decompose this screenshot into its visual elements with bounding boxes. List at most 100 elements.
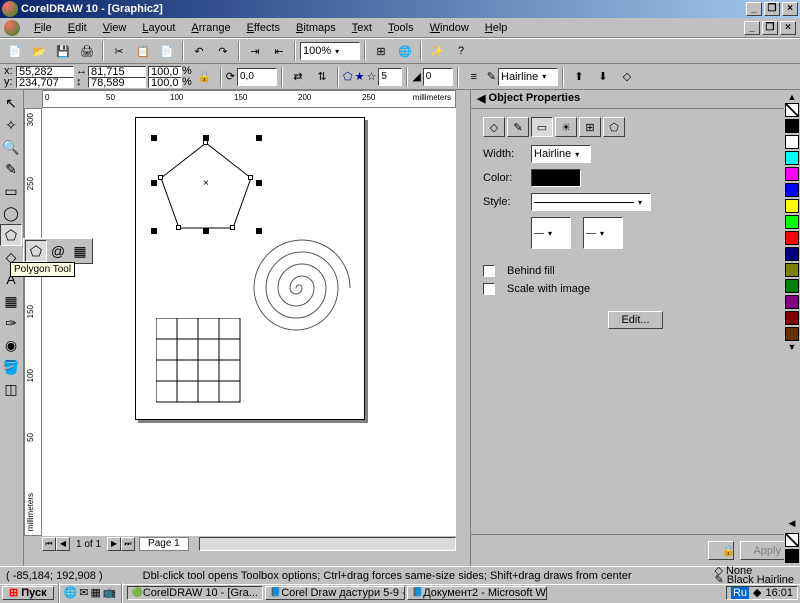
canvas[interactable]: ×: [42, 108, 456, 536]
start-arrow-select[interactable]: —: [531, 217, 571, 249]
swatch-cyan[interactable]: [785, 151, 799, 165]
swatch-black[interactable]: [785, 119, 799, 133]
export-button[interactable]: ⇤: [268, 40, 290, 62]
x-input[interactable]: 55,282 mm: [16, 66, 74, 77]
spiral-shape[interactable]: [236, 228, 356, 348]
interactive-fill-tool[interactable]: ▦: [0, 290, 22, 312]
mdi-restore[interactable]: ❐: [762, 21, 778, 35]
ellipse-tool[interactable]: ◯: [0, 202, 22, 224]
save-button[interactable]: 💾: [52, 40, 74, 62]
outline-tool[interactable]: ◉: [0, 334, 22, 356]
height-input[interactable]: 78,589 mm: [88, 77, 146, 88]
task-word2[interactable]: 📘 Документ2 - Microsoft W...: [407, 586, 547, 600]
polygon-flyout-spiral[interactable]: @: [47, 240, 69, 262]
interactive-tool[interactable]: ◫: [0, 378, 22, 400]
swatch-blue[interactable]: [785, 183, 799, 197]
rectangle-tool[interactable]: ▭: [0, 180, 22, 202]
system-tray[interactable]: Ru ◆ 16:01: [726, 586, 798, 600]
quicklaunch-icon[interactable]: 🌐: [64, 586, 78, 599]
current-outline-swatch[interactable]: [785, 549, 799, 563]
edit-button[interactable]: Edit...: [608, 311, 662, 329]
swatch-white[interactable]: [785, 135, 799, 149]
outline-width-select[interactable]: Hairline: [498, 68, 558, 86]
menu-file[interactable]: File: [26, 20, 60, 36]
quicklaunch-icon-4[interactable]: 📺: [103, 586, 117, 599]
tab-fill[interactable]: ◇: [483, 117, 505, 137]
first-page-button[interactable]: ⏮: [42, 537, 56, 551]
tab-web[interactable]: ⊞: [579, 117, 601, 137]
menu-bitmaps[interactable]: Bitmaps: [288, 20, 344, 36]
palette-down[interactable]: ▼: [788, 342, 797, 352]
lock-ratio-button[interactable]: 🔒: [194, 66, 216, 88]
quicklaunch-icon-3[interactable]: ▦: [91, 586, 101, 599]
task-word1[interactable]: 📘 Corel Draw дастури 5-9 - ...: [265, 586, 405, 600]
mdi-close[interactable]: ×: [780, 21, 796, 35]
wizard-button[interactable]: ✨: [426, 40, 448, 62]
menu-tools[interactable]: Tools: [380, 20, 422, 36]
mirror-v-button[interactable]: ⇅: [311, 66, 333, 88]
current-fill-swatch[interactable]: [785, 533, 799, 547]
close-button[interactable]: ×: [782, 2, 798, 16]
paste-button[interactable]: 📄: [156, 40, 178, 62]
panel-style-select[interactable]: [531, 193, 651, 211]
ruler-horizontal[interactable]: 0 50 100 150 200 250 millimeters: [42, 90, 456, 108]
zoom-tool[interactable]: 🔍: [0, 136, 22, 158]
pick-tool[interactable]: ↖: [0, 92, 22, 114]
scale-x-input[interactable]: 100,0: [148, 66, 182, 77]
palette-expand[interactable]: ◀: [789, 518, 796, 529]
convert-curves-button[interactable]: ◇: [616, 66, 638, 88]
tab-polygon[interactable]: ☀: [555, 117, 577, 137]
wrap-button[interactable]: ≡: [463, 66, 485, 88]
freehand-tool[interactable]: ✎: [0, 158, 22, 180]
tab-outline-pen[interactable]: ✎: [507, 117, 529, 137]
width-input[interactable]: 81,715 mm: [88, 66, 146, 77]
fill-tool[interactable]: 🪣: [0, 356, 22, 378]
eyedropper-tool[interactable]: ✑: [0, 312, 22, 334]
mdi-icon[interactable]: [4, 20, 20, 36]
undo-button[interactable]: ↶: [188, 40, 210, 62]
panel-color-select[interactable]: [531, 169, 581, 187]
swatch-magenta[interactable]: [785, 167, 799, 181]
import-button[interactable]: ⇥: [244, 40, 266, 62]
maximize-button[interactable]: ❐: [764, 2, 780, 16]
scale-checkbox[interactable]: [483, 283, 495, 295]
whats-this-button[interactable]: ?: [450, 40, 472, 62]
y-input[interactable]: 234,707 mm: [16, 77, 74, 88]
menu-edit[interactable]: Edit: [60, 20, 95, 36]
app-launcher-button[interactable]: ⊞: [370, 40, 392, 62]
swatch-red[interactable]: [785, 231, 799, 245]
menu-help[interactable]: Help: [477, 20, 516, 36]
polygon-tool[interactable]: ⬠: [0, 224, 22, 246]
scrollbar-horizontal[interactable]: [199, 537, 456, 551]
swatch-olive[interactable]: [785, 263, 799, 277]
lock-button[interactable]: 🔒: [708, 541, 734, 560]
page-tab[interactable]: Page 1: [139, 537, 189, 551]
behind-fill-checkbox[interactable]: [483, 265, 495, 277]
swatch-none[interactable]: [785, 103, 799, 117]
menu-effects[interactable]: Effects: [239, 20, 288, 36]
palette-up[interactable]: ▲: [788, 92, 797, 102]
polygon-flyout-polygon[interactable]: ⬠: [25, 240, 47, 262]
next-page-button[interactable]: ▶: [107, 537, 121, 551]
swatch-darkgreen[interactable]: [785, 279, 799, 293]
swatch-brown[interactable]: [785, 327, 799, 341]
shape-tool[interactable]: ✧: [0, 114, 22, 136]
polygon-flyout-graph[interactable]: ▦: [69, 240, 91, 262]
sharpness-input[interactable]: [423, 68, 453, 86]
end-arrow-select[interactable]: —: [583, 217, 623, 249]
new-button[interactable]: 📄: [4, 40, 26, 62]
print-button[interactable]: 🖨: [76, 40, 98, 62]
scale-y-input[interactable]: 100,0: [148, 77, 182, 88]
menu-view[interactable]: View: [95, 20, 135, 36]
copy-button[interactable]: 📋: [132, 40, 154, 62]
lang-indicator[interactable]: Ru: [731, 587, 749, 599]
ruler-vertical[interactable]: 300 250 200 150 100 50 millimeters: [24, 108, 42, 536]
swatch-green[interactable]: [785, 215, 799, 229]
start-button[interactable]: ⊞Пуск: [2, 586, 54, 600]
mirror-h-button[interactable]: ⇄: [287, 66, 309, 88]
menu-text[interactable]: Text: [344, 20, 380, 36]
menu-layout[interactable]: Layout: [134, 20, 183, 36]
cut-button[interactable]: ✂: [108, 40, 130, 62]
swatch-purple[interactable]: [785, 295, 799, 309]
zoom-select[interactable]: 100%: [300, 42, 360, 60]
